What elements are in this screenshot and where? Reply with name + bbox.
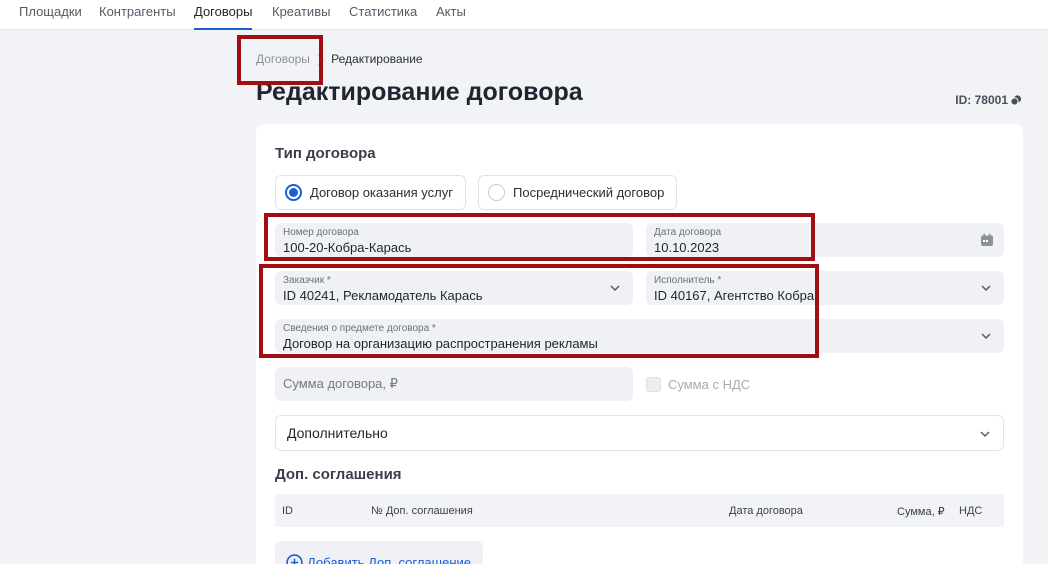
column-header-date[interactable]: Дата договора xyxy=(729,505,803,517)
highlight-breadcrumb xyxy=(237,35,323,85)
contract-amount-input[interactable]: Сумма договора, ₽ xyxy=(275,367,633,401)
contract-id-badge: ID: 78001 xyxy=(955,93,1022,107)
plus-circle-icon xyxy=(286,553,303,564)
radio-service-contract[interactable]: Договор оказания услуг xyxy=(275,175,466,210)
radio-agency-contract[interactable]: Посреднический договор xyxy=(478,175,677,210)
column-header-vat[interactable]: НДС xyxy=(959,505,982,517)
chevron-down-icon xyxy=(981,333,991,340)
contract-amount-placeholder: Сумма договора, ₽ xyxy=(283,376,398,391)
add-agreement-button[interactable]: Добавить Доп. соглашение xyxy=(275,541,483,564)
vat-checkbox-row[interactable]: Сумма с НДС xyxy=(646,377,750,392)
radio-agency-contract-label: Посреднический договор xyxy=(513,185,665,200)
tab-counterparties[interactable]: Контрагенты xyxy=(99,4,176,30)
column-header-id[interactable]: ID xyxy=(282,505,293,517)
breadcrumb-current: Редактирование xyxy=(331,52,423,66)
chevron-down-icon xyxy=(980,431,990,438)
agreements-table-header: ID № Доп. соглашения Дата договора Сумма… xyxy=(275,494,1004,527)
top-nav: Площадки Контрагенты Договоры Креативы С… xyxy=(0,0,1048,30)
agreements-title: Доп. соглашения xyxy=(275,466,402,483)
vat-checkbox-label: Сумма с НДС xyxy=(668,377,751,392)
radio-unchecked-icon xyxy=(488,184,505,201)
tab-statistics[interactable]: Статистика xyxy=(349,4,417,30)
contract-id-text: ID: 78001 xyxy=(955,93,1008,107)
column-header-number[interactable]: № Доп. соглашения xyxy=(371,505,473,517)
tab-creatives[interactable]: Креативы xyxy=(272,4,330,30)
tab-platforms[interactable]: Площадки xyxy=(19,4,82,30)
chevron-down-icon xyxy=(981,285,991,292)
highlight-parties-subject xyxy=(259,264,819,358)
additional-accordion-label: Дополнительно xyxy=(287,425,388,441)
radio-service-contract-label: Договор оказания услуг xyxy=(310,185,453,200)
add-agreement-label: Добавить Доп. соглашение xyxy=(307,554,471,564)
copy-icon[interactable] xyxy=(1010,94,1022,106)
additional-accordion[interactable]: Дополнительно xyxy=(275,415,1004,451)
highlight-number-date-row xyxy=(264,213,815,261)
tab-acts[interactable]: Акты xyxy=(436,4,466,30)
calendar-icon[interactable] xyxy=(980,233,994,247)
column-header-amount[interactable]: Сумма, ₽ xyxy=(897,505,945,518)
tab-contracts[interactable]: Договоры xyxy=(194,4,253,30)
contract-type-title: Тип договора xyxy=(275,145,376,162)
radio-checked-icon xyxy=(285,184,302,201)
vat-checkbox[interactable] xyxy=(646,377,661,392)
